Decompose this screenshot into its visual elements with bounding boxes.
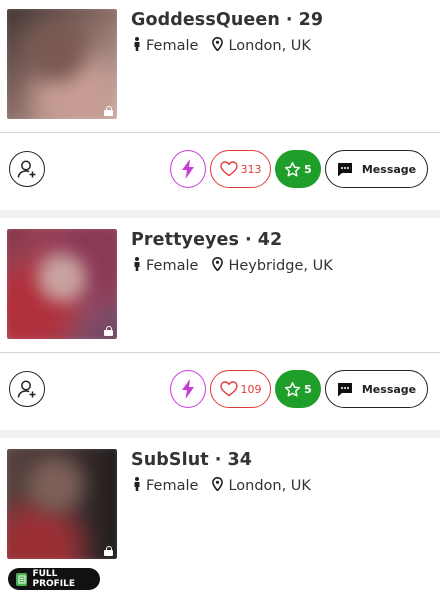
like-button[interactable]: 109	[210, 370, 271, 408]
lock-icon	[104, 326, 113, 336]
profile-age: 29	[298, 10, 324, 30]
profile-name[interactable]: Prettyeyes	[131, 230, 239, 250]
favourite-count: 5	[304, 382, 312, 396]
profile-name-age[interactable]: SubSlut · 34	[131, 450, 252, 470]
profile-name-age[interactable]: Prettyeyes · 42	[131, 230, 282, 250]
separator: ·	[245, 230, 252, 250]
add-friend-button[interactable]	[9, 371, 45, 407]
gender-text: Female	[146, 258, 199, 274]
chat-bubble-icon	[337, 162, 352, 176]
message-label: Message	[361, 382, 417, 396]
profile-age: 42	[257, 230, 283, 250]
lock-icon	[104, 546, 113, 556]
full-profile-label: FULL PROFILE	[32, 569, 76, 589]
add-friend-icon	[17, 160, 36, 178]
add-friend-icon	[17, 380, 36, 398]
divider	[0, 132, 440, 133]
add-friend-button[interactable]	[9, 151, 45, 187]
message-label: Message	[361, 162, 417, 176]
favourite-button[interactable]: 5	[275, 150, 321, 188]
like-count: 109	[240, 382, 262, 396]
profile-feed: GoddessQueen · 29 Female London, UK 313 …	[0, 0, 440, 600]
profile-meta: Female Heybridge, UK	[133, 256, 333, 275]
separator: ·	[285, 10, 293, 30]
profile-card: SubSlut · 34 Female London, UK FULL PROFIL…	[0, 438, 440, 600]
lightning-icon	[182, 379, 194, 399]
lock-icon	[104, 106, 113, 116]
favourite-count: 5	[304, 162, 312, 176]
favourite-button[interactable]: 5	[275, 370, 321, 408]
profile-name[interactable]: SubSlut	[131, 450, 209, 470]
like-count: 313	[240, 162, 262, 176]
action-bar: 313 5 Message	[0, 150, 440, 188]
map-pin-icon	[212, 36, 224, 55]
location-text: Heybridge, UK	[228, 258, 333, 274]
boost-button[interactable]	[170, 370, 206, 408]
divider	[0, 352, 440, 353]
blurred-photo	[7, 229, 117, 339]
location-text: London, UK	[228, 478, 311, 494]
blurred-photo	[7, 449, 117, 559]
star-icon	[285, 381, 301, 397]
star-icon	[285, 161, 301, 177]
person-icon	[133, 257, 141, 275]
person-icon	[133, 37, 141, 55]
action-bar: 109 5 Message	[0, 370, 440, 408]
profile-meta: Female London, UK	[133, 476, 311, 495]
profile-photo[interactable]	[7, 9, 117, 119]
profile-age: 34	[227, 450, 253, 470]
chat-bubble-icon	[337, 382, 352, 396]
gender-text: Female	[146, 38, 199, 54]
like-button[interactable]: 313	[210, 150, 271, 188]
profile-name[interactable]: GoddessQueen	[131, 10, 280, 30]
lightning-icon	[182, 159, 194, 179]
map-pin-icon	[212, 256, 224, 275]
blurred-photo	[7, 9, 117, 119]
location-text: London, UK	[228, 38, 311, 54]
full-profile-badge[interactable]: FULL PROFILE	[8, 568, 100, 590]
profile-photo[interactable]	[7, 229, 117, 339]
profile-card: Prettyeyes · 42 Female Heybridge, UK 109…	[0, 218, 440, 430]
profile-name-age[interactable]: GoddessQueen · 29	[131, 10, 323, 30]
message-button[interactable]: Message	[325, 370, 428, 408]
message-button[interactable]: Message	[325, 150, 428, 188]
profile-photo[interactable]	[7, 449, 117, 559]
boost-button[interactable]	[170, 150, 206, 188]
gender-text: Female	[146, 478, 199, 494]
heart-icon	[219, 161, 238, 177]
person-icon	[133, 477, 141, 495]
heart-icon	[219, 381, 238, 397]
map-pin-icon	[212, 476, 224, 495]
profile-card: GoddessQueen · 29 Female London, UK 313 …	[0, 0, 440, 210]
separator: ·	[214, 450, 222, 470]
profile-meta: Female London, UK	[133, 36, 311, 55]
profile-badge-icon	[16, 572, 28, 586]
